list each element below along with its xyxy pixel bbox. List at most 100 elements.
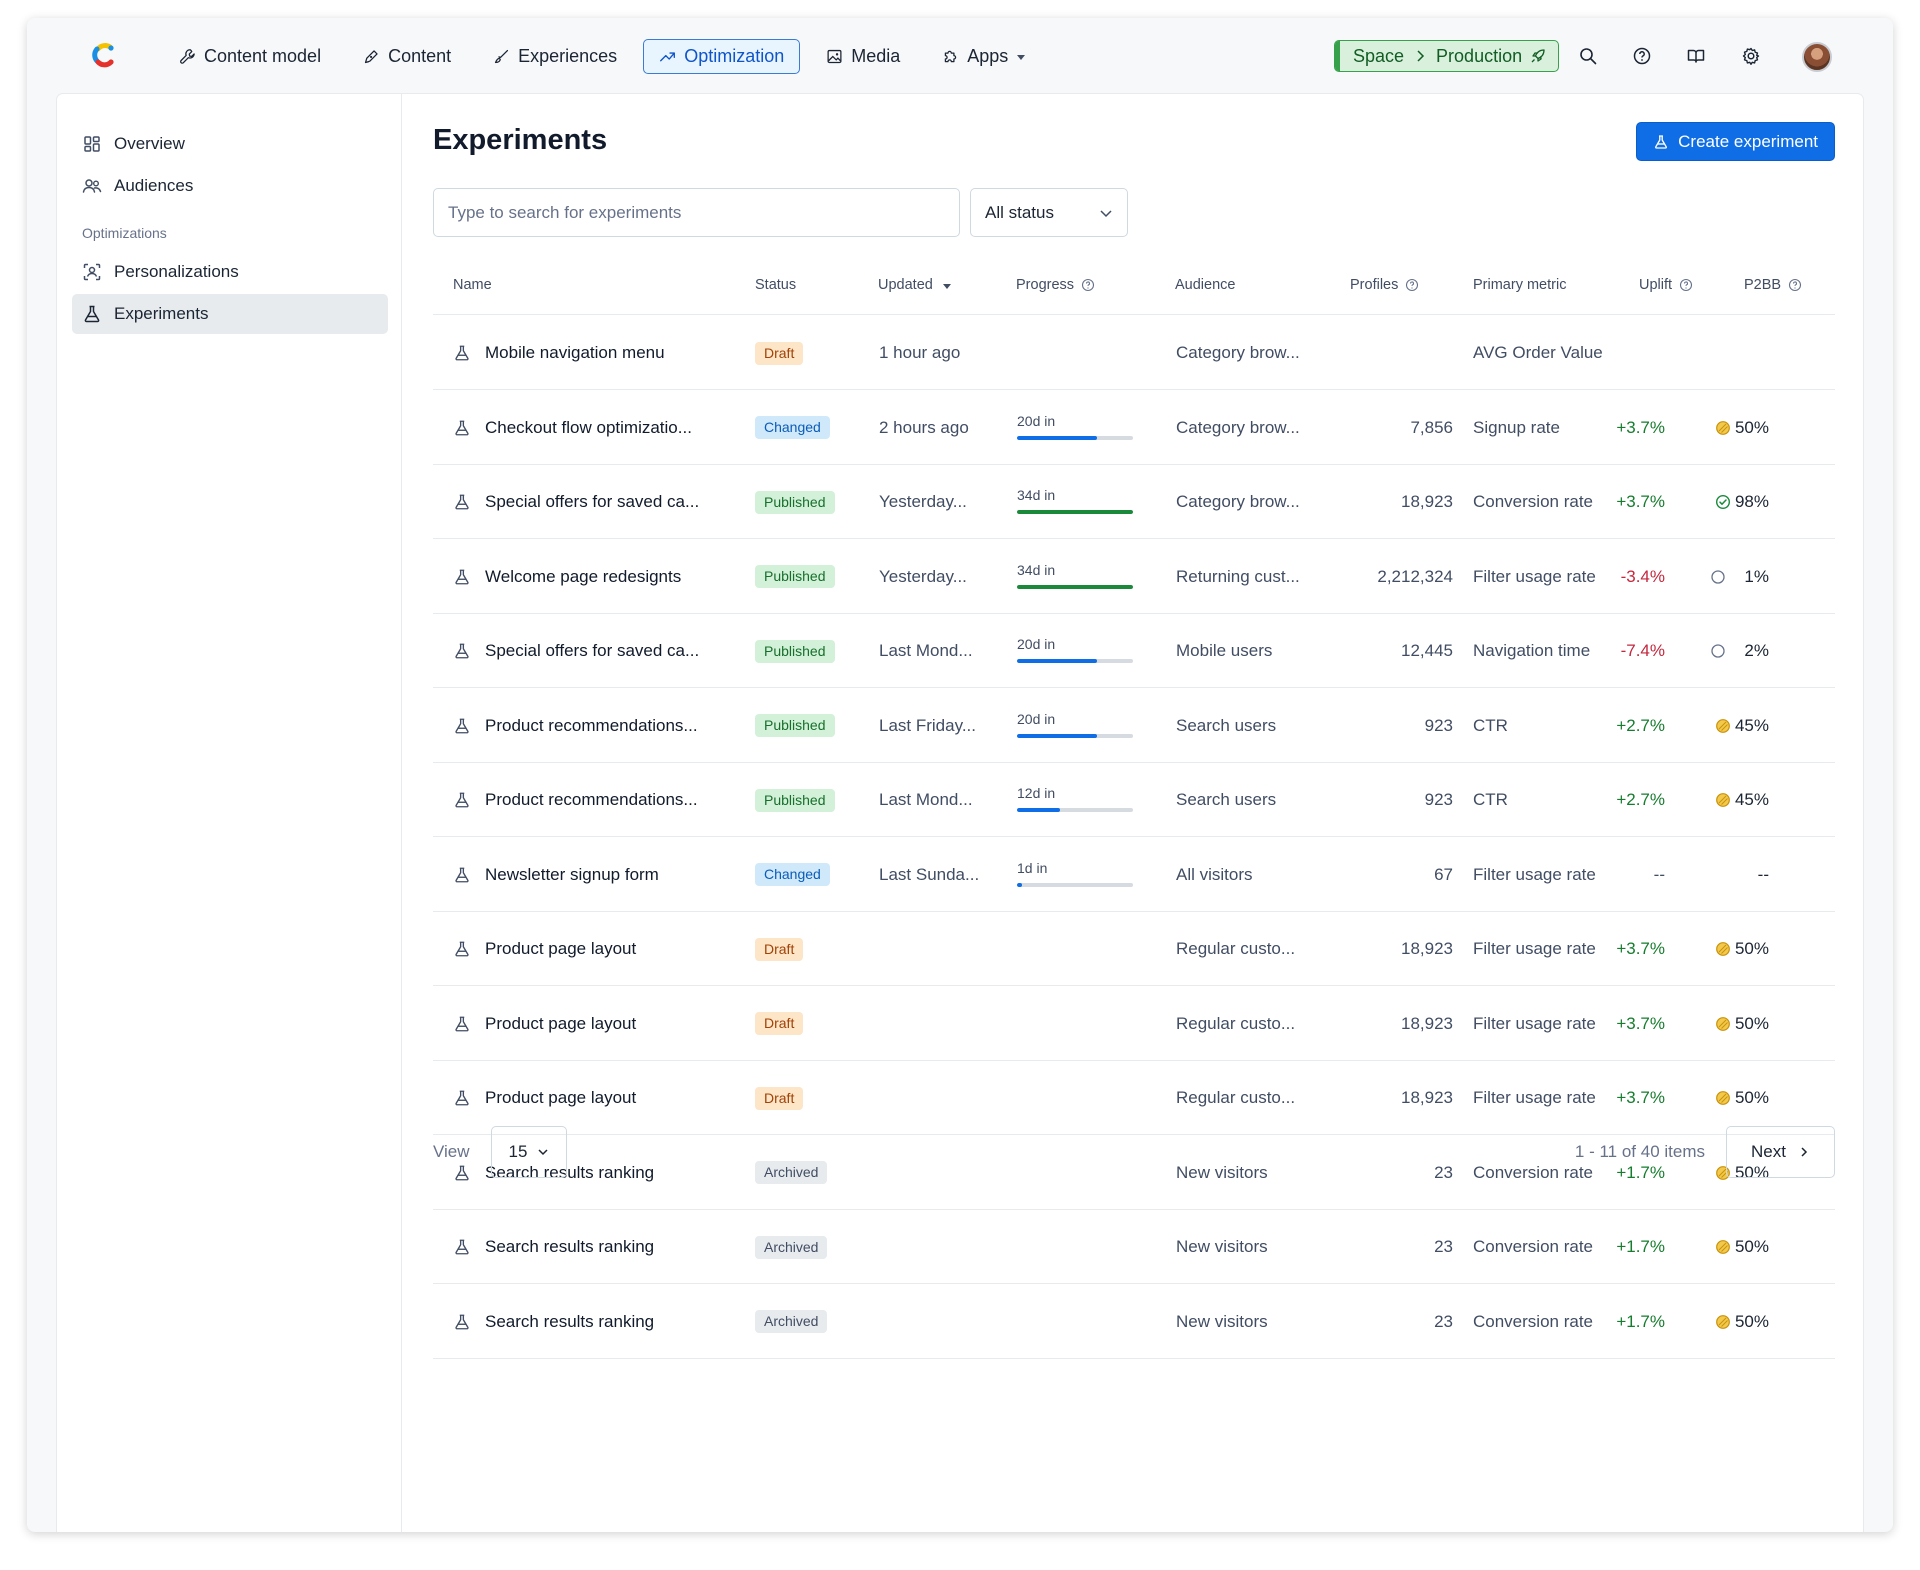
experiment-name-cell[interactable]: Checkout flow optimizatio... [453, 391, 743, 465]
column-header-uplift[interactable]: Uplift [1639, 254, 1693, 315]
table-row[interactable]: Product page layout Draft Regular custo...… [433, 1061, 1835, 1135]
trend-up-icon [660, 52, 676, 62]
create-experiment-button[interactable]: Create experiment [1636, 122, 1835, 161]
experiment-name-cell[interactable]: Newsletter signup form [453, 838, 743, 912]
help-icon[interactable] [1081, 278, 1095, 292]
target-user-icon [83, 263, 101, 281]
chevron-right-icon [1417, 50, 1425, 62]
sidebar-item-personalizations[interactable]: Personalizations [72, 252, 388, 292]
page-size-value: 15 [508, 1142, 528, 1161]
updated-cell: Last Mond... [879, 641, 973, 660]
table-row[interactable]: Product page layout Draft Regular custo...… [433, 912, 1835, 986]
experiment-name-cell[interactable]: Search results ranking [453, 1210, 743, 1284]
flask-icon [84, 305, 100, 323]
p2bb-cell: 50% [1703, 912, 1769, 986]
nav-apps[interactable]: Apps [926, 39, 1042, 74]
search-input[interactable]: Type to search for experiments [433, 188, 960, 237]
environment-label: Production [1436, 45, 1523, 66]
progress-indicator: 1d in [1017, 838, 1133, 912]
experiment-name-cell[interactable]: Product page layout [453, 987, 743, 1061]
column-header-p2bb[interactable]: P2BB [1744, 254, 1802, 315]
sidebar-item-experiments[interactable]: Experiments [72, 294, 388, 334]
sidebar-item-label: Personalizations [114, 262, 239, 281]
help-icon[interactable] [1405, 278, 1419, 292]
table-row[interactable]: Special offers for saved ca... Published L… [433, 614, 1835, 688]
column-header-profiles[interactable]: Profiles [1350, 254, 1419, 315]
sort-desc-icon [942, 283, 951, 289]
sidebar-item-overview[interactable]: Overview [72, 124, 388, 164]
table-row[interactable]: Product page layout Draft Regular custo...… [433, 987, 1835, 1061]
nav-content[interactable]: Content [347, 39, 467, 74]
progress-indicator: 12d in [1017, 763, 1133, 837]
audience-cell: Regular custo... [1176, 1088, 1296, 1107]
experiment-name-cell[interactable]: Welcome page redesignts [453, 540, 743, 614]
progress-indicator: 20d in [1017, 614, 1133, 688]
table-row[interactable]: Welcome page redesignts Published Yesterda… [433, 540, 1835, 614]
experiment-name-cell[interactable]: Search results ranking [453, 1285, 743, 1359]
uplift-cell: +2.7% [1616, 790, 1665, 809]
column-header-status[interactable]: Status [755, 254, 796, 315]
column-header-name[interactable]: Name [453, 254, 492, 315]
progress-cell [1017, 912, 1133, 986]
page-size-select[interactable]: 15 [491, 1126, 567, 1178]
user-avatar[interactable] [1802, 42, 1832, 72]
help-icon[interactable] [1679, 278, 1693, 292]
status-cell: Published [755, 763, 835, 837]
flask-icon [455, 1090, 469, 1106]
table-row[interactable]: Search results ranking Archived New visito… [433, 1210, 1835, 1284]
nav-optimization[interactable]: Optimization [643, 39, 801, 74]
status-filter-select[interactable]: All status [970, 188, 1128, 237]
environment-switcher[interactable]: Space Production [1334, 40, 1560, 72]
table-row[interactable]: Product recommendations... Published Last … [433, 763, 1835, 837]
status-badge: Published [755, 714, 835, 737]
status-cell: Changed [755, 391, 830, 465]
column-header-audience[interactable]: Audience [1175, 254, 1235, 315]
flask-icon [455, 643, 469, 659]
p2bb-value: 50% [1734, 417, 1769, 437]
sidebar-item-audiences[interactable]: Audiences [72, 166, 388, 206]
p2bb-value: 98% [1734, 492, 1769, 511]
p2bb-cell [1703, 316, 1769, 390]
search-icon[interactable] [1578, 46, 1598, 66]
nav-content-model[interactable]: Content model [163, 39, 337, 74]
progress-cell: 20d in [1017, 614, 1133, 688]
status-badge: Published [755, 565, 835, 588]
column-header-progress[interactable]: Progress [1016, 254, 1095, 315]
profiles-cell: 18,923 [1401, 1013, 1453, 1033]
nav-media[interactable]: Media [810, 39, 916, 74]
experiment-name-cell[interactable]: Product recommendations... [453, 689, 743, 763]
column-header-updated[interactable]: Updated [878, 254, 954, 315]
table-row[interactable]: Newsletter signup form Changed Last Sunda.… [433, 838, 1835, 912]
table-row[interactable]: Mobile navigation menu Draft 1 hour ago Cat… [433, 316, 1835, 390]
sidebar-item-label: Audiences [114, 176, 194, 195]
table-row[interactable]: Product recommendations... Published Last … [433, 689, 1835, 763]
partial-confidence-icon [1716, 1091, 1730, 1105]
experiment-name-cell[interactable]: Mobile navigation menu [453, 316, 743, 390]
experiment-name: Special offers for saved ca... [485, 492, 700, 511]
experiment-name-cell[interactable]: Special offers for saved ca... [453, 465, 743, 539]
table-row[interactable]: Search results ranking Archived New visito… [433, 1285, 1835, 1359]
status-badge: Draft [755, 1012, 804, 1035]
gear-icon[interactable] [1741, 46, 1761, 66]
top-navigation: Content model Content Experiences Optimi… [27, 18, 1893, 94]
experiment-name: Product recommendations... [485, 715, 698, 735]
next-page-button[interactable]: Next [1726, 1126, 1835, 1178]
nav-experiences[interactable]: Experiences [477, 39, 633, 74]
column-header-primary-metric[interactable]: Primary metric [1473, 254, 1566, 315]
partial-confidence-icon [1716, 1240, 1730, 1254]
experiment-name-cell[interactable]: Product recommendations... [453, 763, 743, 837]
flask-icon [455, 792, 469, 808]
experiment-name-cell[interactable]: Product page layout [453, 1061, 743, 1135]
profiles-cell: 23 [1434, 1311, 1453, 1331]
puzzle-icon [945, 50, 957, 63]
experiment-name-cell[interactable]: Special offers for saved ca... [453, 614, 743, 688]
book-icon[interactable] [1686, 46, 1706, 66]
experiment-name-cell[interactable]: Product page layout [453, 912, 743, 986]
help-icon[interactable] [1788, 278, 1802, 292]
contentful-logo[interactable] [89, 40, 119, 70]
progress-cell [1017, 1061, 1133, 1135]
table-row[interactable]: Checkout flow optimizatio... Changed 2 hou… [433, 391, 1835, 465]
table-row[interactable]: Special offers for saved ca... Published Y… [433, 465, 1835, 539]
status-cell: Published [755, 465, 835, 539]
help-icon[interactable] [1632, 46, 1652, 66]
